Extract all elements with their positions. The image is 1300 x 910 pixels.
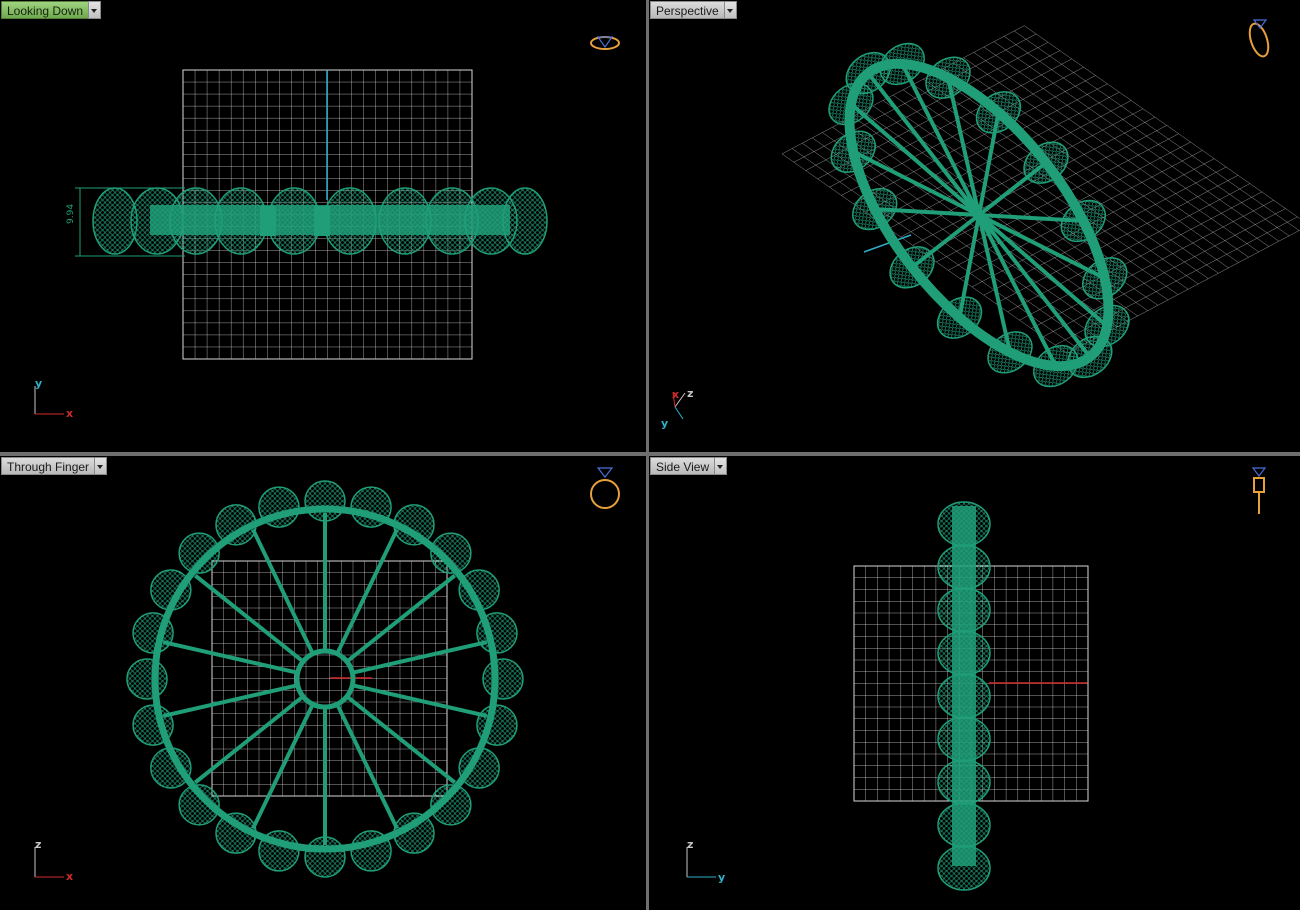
ring-model-perspective[interactable] xyxy=(771,0,1187,438)
mesh-bead xyxy=(937,544,991,590)
viewport-tab-through-finger[interactable]: Through Finger xyxy=(1,457,108,475)
spoke xyxy=(162,640,297,675)
viewport-looking-down[interactable]: Looking Down 9.94 y x xyxy=(0,0,646,452)
axis-label-y: y xyxy=(35,377,42,390)
viewport-title[interactable]: Through Finger xyxy=(1,457,95,475)
viewport-side-view[interactable]: Side View z y xyxy=(649,456,1300,910)
ring-model-side[interactable] xyxy=(937,501,991,891)
ring-side-view-icon xyxy=(1251,467,1267,514)
mesh-bead xyxy=(937,845,991,891)
mesh-bead xyxy=(214,187,268,255)
mesh-bead xyxy=(1060,199,1106,243)
spoke xyxy=(347,573,457,662)
center-hub xyxy=(294,648,356,710)
viewport-perspective[interactable]: Perspective z x y xyxy=(649,0,1300,452)
spoke xyxy=(353,640,488,675)
viewport-tab-looking-down[interactable]: Looking Down xyxy=(1,1,102,19)
spoke xyxy=(193,573,303,662)
mesh-bead xyxy=(378,187,432,255)
mesh-bead xyxy=(937,587,991,633)
axis-label-y: y xyxy=(661,417,668,430)
axis-label-z: z xyxy=(35,838,41,851)
mesh-bead xyxy=(987,331,1033,374)
viewport-canvas[interactable]: z x xyxy=(0,456,646,910)
viewport-menu-dropdown-icon[interactable] xyxy=(88,1,102,19)
mesh-bead xyxy=(937,501,991,547)
axis-label-z: z xyxy=(687,387,693,400)
viewport-canvas[interactable]: z x y xyxy=(649,0,1300,452)
axis-label-x: x xyxy=(66,407,73,420)
spoke xyxy=(347,696,457,785)
viewport-title[interactable]: Looking Down xyxy=(1,1,89,19)
mesh-bead xyxy=(482,658,524,700)
ring-model-front[interactable] xyxy=(126,480,524,878)
spoke xyxy=(193,696,303,785)
viewport-menu-dropdown-icon[interactable] xyxy=(94,457,108,475)
mesh-bead xyxy=(937,716,991,762)
axis-label-x: x xyxy=(66,870,73,883)
mesh-bead xyxy=(937,673,991,719)
ring-front-view-icon xyxy=(590,467,620,509)
axis-label-z: z xyxy=(687,838,693,851)
viewport-tab-side-view[interactable]: Side View xyxy=(650,457,728,475)
viewport-tab-perspective[interactable]: Perspective xyxy=(650,1,737,19)
axis-triad: z y xyxy=(686,838,725,884)
mesh-bead xyxy=(925,56,971,99)
mesh-bead xyxy=(937,802,991,848)
ring-model-top[interactable] xyxy=(92,187,548,255)
viewport-menu-dropdown-icon[interactable] xyxy=(714,457,728,475)
axis-label-y: y xyxy=(718,871,725,884)
mesh-bead xyxy=(937,759,991,805)
mesh-bead xyxy=(937,630,991,676)
ring-top-view-icon xyxy=(590,36,620,50)
mesh-bead xyxy=(126,658,168,700)
axis-triad: z x y xyxy=(661,387,693,430)
axis-triad: y x xyxy=(34,377,73,420)
viewport-canvas[interactable]: z y xyxy=(649,456,1300,910)
axis-label-x: x xyxy=(672,388,679,401)
viewport-canvas[interactable]: 9.94 y x xyxy=(0,0,646,452)
viewport-title[interactable]: Side View xyxy=(650,457,715,475)
band-spacer xyxy=(260,206,276,236)
ring-ellipse xyxy=(828,42,1130,388)
construction-grid xyxy=(211,560,448,797)
ring-perspective-icon xyxy=(1248,19,1270,58)
dimension-label: 9.94 xyxy=(66,204,76,224)
grid-lines xyxy=(211,560,448,797)
mesh-bead xyxy=(502,187,548,255)
mesh-bead xyxy=(169,187,223,255)
viewport-title[interactable]: Perspective xyxy=(650,1,724,19)
band-spacer xyxy=(314,206,330,236)
mesh-bead xyxy=(323,187,377,255)
viewport-menu-dropdown-icon[interactable] xyxy=(723,1,737,19)
axis-triad: z x xyxy=(34,838,73,883)
viewport-through-finger[interactable]: Through Finger z x xyxy=(0,456,646,910)
